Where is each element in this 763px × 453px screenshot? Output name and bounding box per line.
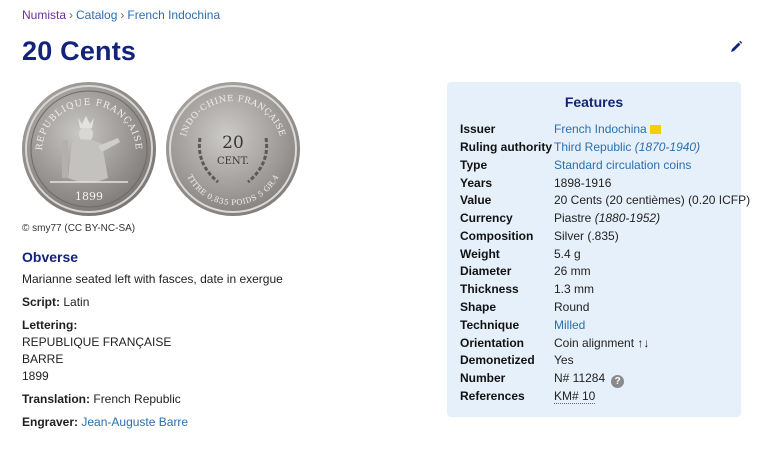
issuer-link[interactable]: French Indochina <box>554 122 647 136</box>
svg-text:INDO-CHINE FRANÇAISE: INDO-CHINE FRANÇAISE <box>179 94 287 138</box>
lettering-label: Lettering: <box>22 318 78 332</box>
features-title: Features <box>564 94 624 110</box>
feature-label: Currency <box>460 211 513 225</box>
breadcrumb: Numista › Catalog › French Indochina <box>22 8 220 22</box>
feature-label: Orientation <box>460 336 525 350</box>
engraver-label: Engraver: <box>22 415 79 429</box>
script-value: Latin <box>63 295 90 309</box>
obverse-date: 1899 <box>75 190 103 203</box>
features-panel: Features Issuer French Indochina Ruling … <box>447 82 750 417</box>
feature-label: Value <box>460 193 492 207</box>
feature-label: Issuer <box>460 122 496 136</box>
lettering-line: 1899 <box>22 369 49 383</box>
feature-value: Silver (.835) <box>554 229 619 243</box>
coin-images: REPUBLIQUE FRANÇAISE 1899 INDO-CHINE FRA… <box>22 82 312 216</box>
feature-label: Diameter <box>460 264 512 278</box>
feature-label: Years <box>460 176 493 190</box>
currency-years: (1880-1952) <box>594 211 661 225</box>
feature-label: Ruling authority <box>460 140 552 154</box>
feature-label: Demonetized <box>460 353 535 367</box>
lettering-line: REPUBLIQUE FRANÇAISE <box>22 335 172 349</box>
feature-label: Thickness <box>460 282 519 296</box>
feature-value: 20 Cents (20 centièmes) (0.20 ICFP) <box>554 193 751 207</box>
breadcrumb-catalog[interactable]: Catalog <box>76 8 117 22</box>
reverse-legend-top: INDO-CHINE FRANÇAISE <box>179 94 286 138</box>
feature-value: 26 mm <box>554 264 591 278</box>
breadcrumb-french-indochina[interactable]: French Indochina <box>127 8 220 22</box>
ruling-authority-years[interactable]: (1870-1940) <box>635 140 700 154</box>
feature-label: Type <box>460 158 488 172</box>
feature-label: Number <box>460 371 506 385</box>
feature-value: 5.4 g <box>554 247 581 261</box>
feature-value: Coin alignment ↑↓ <box>554 336 650 350</box>
edit-pencil-icon[interactable] <box>729 40 743 54</box>
ruling-authority-link[interactable]: Third Republic <box>554 140 631 154</box>
obverse-description: Marianne seated left with fasces, date i… <box>22 272 283 286</box>
flag-icon <box>649 125 661 134</box>
feature-value: 1898-1916 <box>554 176 612 190</box>
reverse-value-20: 20 <box>222 133 244 153</box>
translation-label: Translation: <box>22 392 91 406</box>
feature-label: Weight <box>460 247 500 261</box>
engraver-field: Engraver: Jean-Auguste Barre <box>22 414 188 431</box>
translation-value: French Republic <box>93 392 181 406</box>
reverse-image[interactable]: INDO-CHINE FRANÇAISE TITRE 0,835 POIDS 5… <box>166 82 300 216</box>
help-question-icon[interactable]: ? <box>611 375 625 388</box>
currency-value: Piastre <box>554 211 592 225</box>
script-field: Script: Latin <box>22 294 89 311</box>
engraver-link[interactable]: Jean-Auguste Barre <box>81 415 188 429</box>
feature-value: Yes <box>554 353 574 367</box>
breadcrumb-separator: › <box>120 8 125 22</box>
image-copyright: © smy77 (CC BY-NC-SA) <box>22 223 136 234</box>
number-value: N# 11284 <box>554 371 606 385</box>
lettering-line: BARRE <box>22 352 64 366</box>
obverse-heading: Obverse <box>22 249 79 265</box>
feature-label: References <box>460 389 525 403</box>
breadcrumb-numista[interactable]: Numista <box>22 8 66 22</box>
reverse-value-cent: CENT. <box>217 156 249 167</box>
feature-value: Round <box>554 300 590 314</box>
translation-field: Translation: French Republic <box>22 391 181 408</box>
technique-link[interactable]: Milled <box>554 318 585 332</box>
lettering-field: Lettering: REPUBLIQUE FRANÇAISE BARRE 18… <box>22 317 171 385</box>
script-label: Script: <box>22 295 61 309</box>
obverse-image[interactable]: REPUBLIQUE FRANÇAISE 1899 <box>22 82 156 216</box>
feature-value: 1.3 mm <box>554 282 595 296</box>
page-title: 20 Cents <box>22 36 137 66</box>
feature-label: Shape <box>460 300 497 314</box>
feature-label: Technique <box>460 318 520 332</box>
references-value[interactable]: KM# 10 <box>554 389 596 404</box>
type-link[interactable]: Standard circulation coins <box>554 158 691 172</box>
feature-label: Composition <box>460 229 534 243</box>
breadcrumb-separator: › <box>69 8 74 22</box>
